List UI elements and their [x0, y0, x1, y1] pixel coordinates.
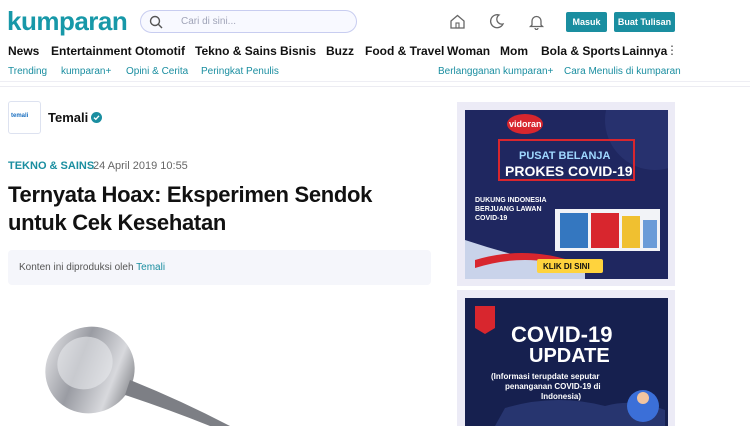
ad-covid-update[interactable]: COVID-19 UPDATE (Informasi terupdate sep…: [457, 290, 675, 426]
ad-vidoran-brand: vidoran: [509, 119, 542, 129]
kumparan-logo[interactable]: kumparan: [7, 6, 128, 37]
nav-item-lainnya[interactable]: Lainnya: [622, 44, 667, 58]
subnav-berlangganan[interactable]: Berlangganan kumparan+: [438, 66, 553, 77]
nav-item-news[interactable]: News: [8, 44, 39, 58]
author-logo-text: temali: [11, 113, 29, 119]
spoon-image: [45, 326, 230, 426]
author-avatar[interactable]: temali: [8, 101, 41, 134]
nav-item-bisnis[interactable]: Bisnis: [280, 44, 316, 58]
ad-vidoran-line5: COVID-19: [475, 215, 508, 222]
nav-item-woman[interactable]: Woman: [447, 44, 490, 58]
article-category[interactable]: TEKNO & SAINS: [8, 160, 94, 172]
search-placeholder: Cari di sini...: [181, 16, 237, 27]
search-icon: [149, 15, 163, 29]
ad-vidoran-line3: DUKUNG INDONESIA: [475, 197, 547, 204]
ad-vidoran[interactable]: vidoran PUSAT BELANJA PROKES COVID-19 DU…: [457, 102, 675, 286]
nav-item-bola-sports[interactable]: Bola & Sports: [541, 44, 620, 58]
login-button[interactable]: Masuk: [566, 12, 607, 32]
subnav-opini-cerita[interactable]: Opini & Cerita: [126, 66, 188, 77]
search-input[interactable]: Cari di sini...: [140, 10, 357, 33]
sub-nav: Trending kumparan+ Opini & Cerita Pering…: [0, 62, 750, 82]
article-title: Ternyata Hoax: Eksperimen Sendok untuk C…: [8, 182, 373, 235]
ad-vidoran-banner[interactable]: vidoran PUSAT BELANJA PROKES COVID-19 DU…: [465, 110, 668, 279]
nav-item-food-travel[interactable]: Food & Travel: [365, 44, 444, 58]
home-icon[interactable]: [449, 13, 466, 30]
ad-covid-sub3: Indonesia): [541, 392, 582, 401]
ad-covid-title2: UPDATE: [529, 345, 610, 367]
notification-bell-icon[interactable]: [528, 13, 545, 30]
dark-mode-icon[interactable]: [488, 13, 505, 30]
notice-text: Konten ini diproduksi oleh Temali: [19, 262, 165, 273]
subnav-peringkat-penulis[interactable]: Peringkat Penulis: [201, 66, 279, 77]
ad-vidoran-line4: BERJUANG LAWAN: [475, 206, 542, 213]
ad-covid-sub2: penanganan COVID-19 di: [505, 382, 601, 391]
ad-vidoran-line1: PUSAT BELANJA: [519, 150, 611, 162]
article-date: 24 April 2019 10:55: [93, 160, 188, 172]
ad-vidoran-line2: PROKES COVID-19: [505, 163, 633, 179]
write-article-button[interactable]: Buat Tulisan: [614, 12, 675, 32]
main-nav: News Entertainment Otomotif Tekno & Sain…: [0, 40, 750, 62]
header-divider: [0, 86, 750, 87]
ad-vidoran-cta-button[interactable]: KLIK DI SINI: [543, 262, 590, 271]
notice-prefix: Konten ini diproduksi oleh: [19, 262, 134, 273]
nav-item-tekno-sains[interactable]: Tekno & Sains: [195, 44, 277, 58]
ad-covid-sub1: (Informasi terupdate seputar: [491, 372, 600, 381]
more-menu-icon[interactable]: ⋮: [666, 43, 678, 57]
subnav-cara-menulis[interactable]: Cara Menulis di kumparan: [564, 66, 681, 77]
nav-item-entertainment[interactable]: Entertainment: [51, 44, 132, 58]
notice-author-link[interactable]: Temali: [136, 262, 165, 273]
author-name[interactable]: Temali: [48, 110, 88, 125]
nav-item-otomotif[interactable]: Otomotif: [135, 44, 185, 58]
subnav-kumparan-plus[interactable]: kumparan+: [61, 66, 111, 77]
ad-covid-banner[interactable]: COVID-19 UPDATE (Informasi terupdate sep…: [465, 298, 668, 426]
date-separator: ·: [88, 160, 92, 172]
verified-badge-icon: [91, 112, 102, 123]
nav-item-mom[interactable]: Mom: [500, 44, 528, 58]
ad-vidoran-art: [465, 110, 668, 279]
top-header: kumparan Cari di sini... Masuk Buat Tuli…: [0, 0, 750, 44]
content-notice: Konten ini diproduksi oleh Temali: [8, 250, 431, 285]
subnav-trending[interactable]: Trending: [8, 66, 47, 77]
nav-item-buzz[interactable]: Buzz: [326, 44, 354, 58]
